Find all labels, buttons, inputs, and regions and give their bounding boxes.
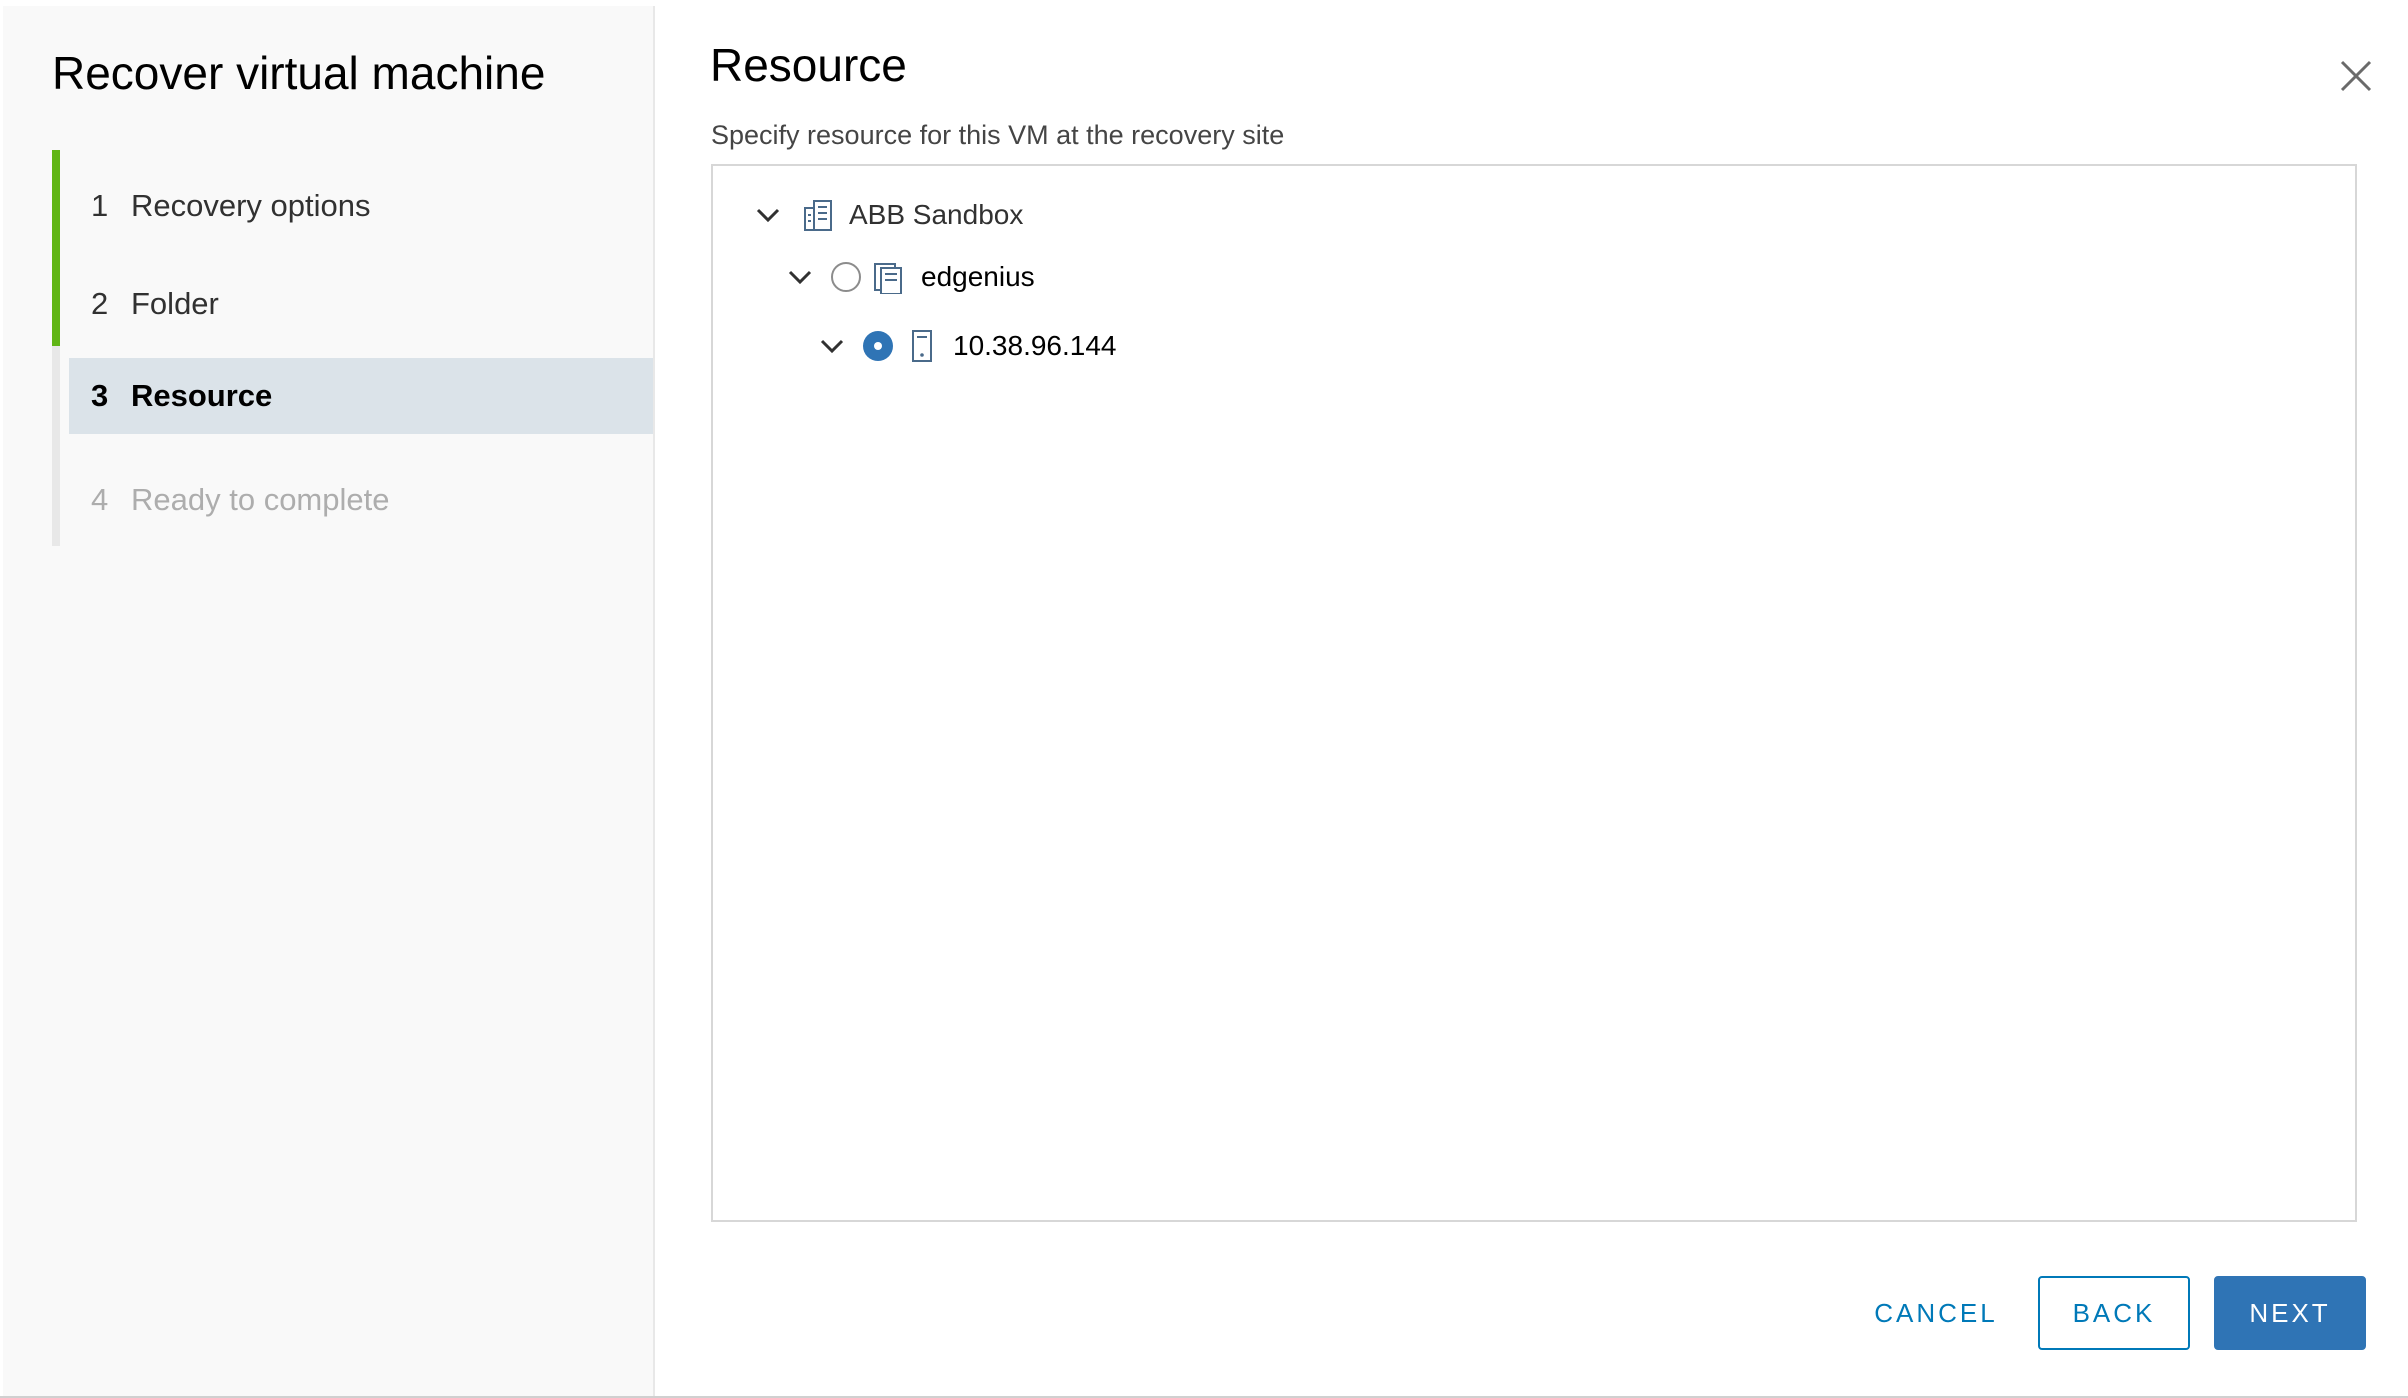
- step-resource[interactable]: 3 Resource: [69, 358, 653, 434]
- back-button[interactable]: BACK: [2038, 1276, 2190, 1350]
- chevron-down-icon[interactable]: [753, 200, 783, 230]
- step-ready-to-complete: 4 Ready to complete: [69, 462, 653, 538]
- recover-vm-dialog: Recover virtual machine 1 Recovery optio…: [0, 0, 2408, 1398]
- step-number: 1: [91, 188, 109, 223]
- chevron-down-icon[interactable]: [817, 331, 847, 361]
- steps-progress-track: [52, 150, 60, 546]
- tree-node-datacenter: ABB Sandbox: [753, 190, 1023, 240]
- host-radio[interactable]: [863, 331, 893, 361]
- tree-node-cluster[interactable]: edgenius: [785, 252, 1035, 302]
- page-title: Resource: [710, 39, 907, 91]
- cancel-button[interactable]: CANCEL: [1860, 1276, 2012, 1350]
- tree-node-host[interactable]: 10.38.96.144: [817, 321, 1117, 371]
- tree-node-label: ABB Sandbox: [849, 199, 1024, 230]
- wizard-title: Recover virtual machine: [52, 47, 546, 99]
- resource-tree: ABB Sandbox edgenius 10.38.96.144: [711, 164, 2357, 1222]
- chevron-down-icon[interactable]: [785, 262, 815, 292]
- steps-progress-done: [52, 150, 60, 346]
- cluster-radio[interactable]: [831, 262, 861, 292]
- close-icon: [2340, 60, 2372, 92]
- close-button[interactable]: [2336, 56, 2376, 96]
- tree-node-label: edgenius: [921, 261, 1035, 292]
- step-folder[interactable]: 2 Folder: [69, 266, 653, 342]
- step-number: 3: [91, 378, 109, 413]
- page-subtitle: Specify resource for this VM at the reco…: [711, 120, 1285, 150]
- step-number: 2: [91, 286, 109, 321]
- host-icon: [912, 330, 932, 362]
- step-number: 4: [91, 482, 109, 517]
- step-label: Folder: [131, 286, 219, 321]
- next-button[interactable]: NEXT: [2214, 1276, 2366, 1350]
- datacenter-icon: [804, 200, 832, 231]
- wizard-sidebar: Recover virtual machine 1 Recovery optio…: [3, 6, 655, 1398]
- cluster-icon: [874, 263, 902, 294]
- step-label: Resource: [131, 378, 273, 413]
- step-label: Ready to complete: [131, 482, 390, 517]
- step-label: Recovery options: [131, 188, 371, 223]
- step-recovery-options[interactable]: 1 Recovery options: [69, 168, 653, 244]
- tree-node-label: 10.38.96.144: [953, 330, 1117, 361]
